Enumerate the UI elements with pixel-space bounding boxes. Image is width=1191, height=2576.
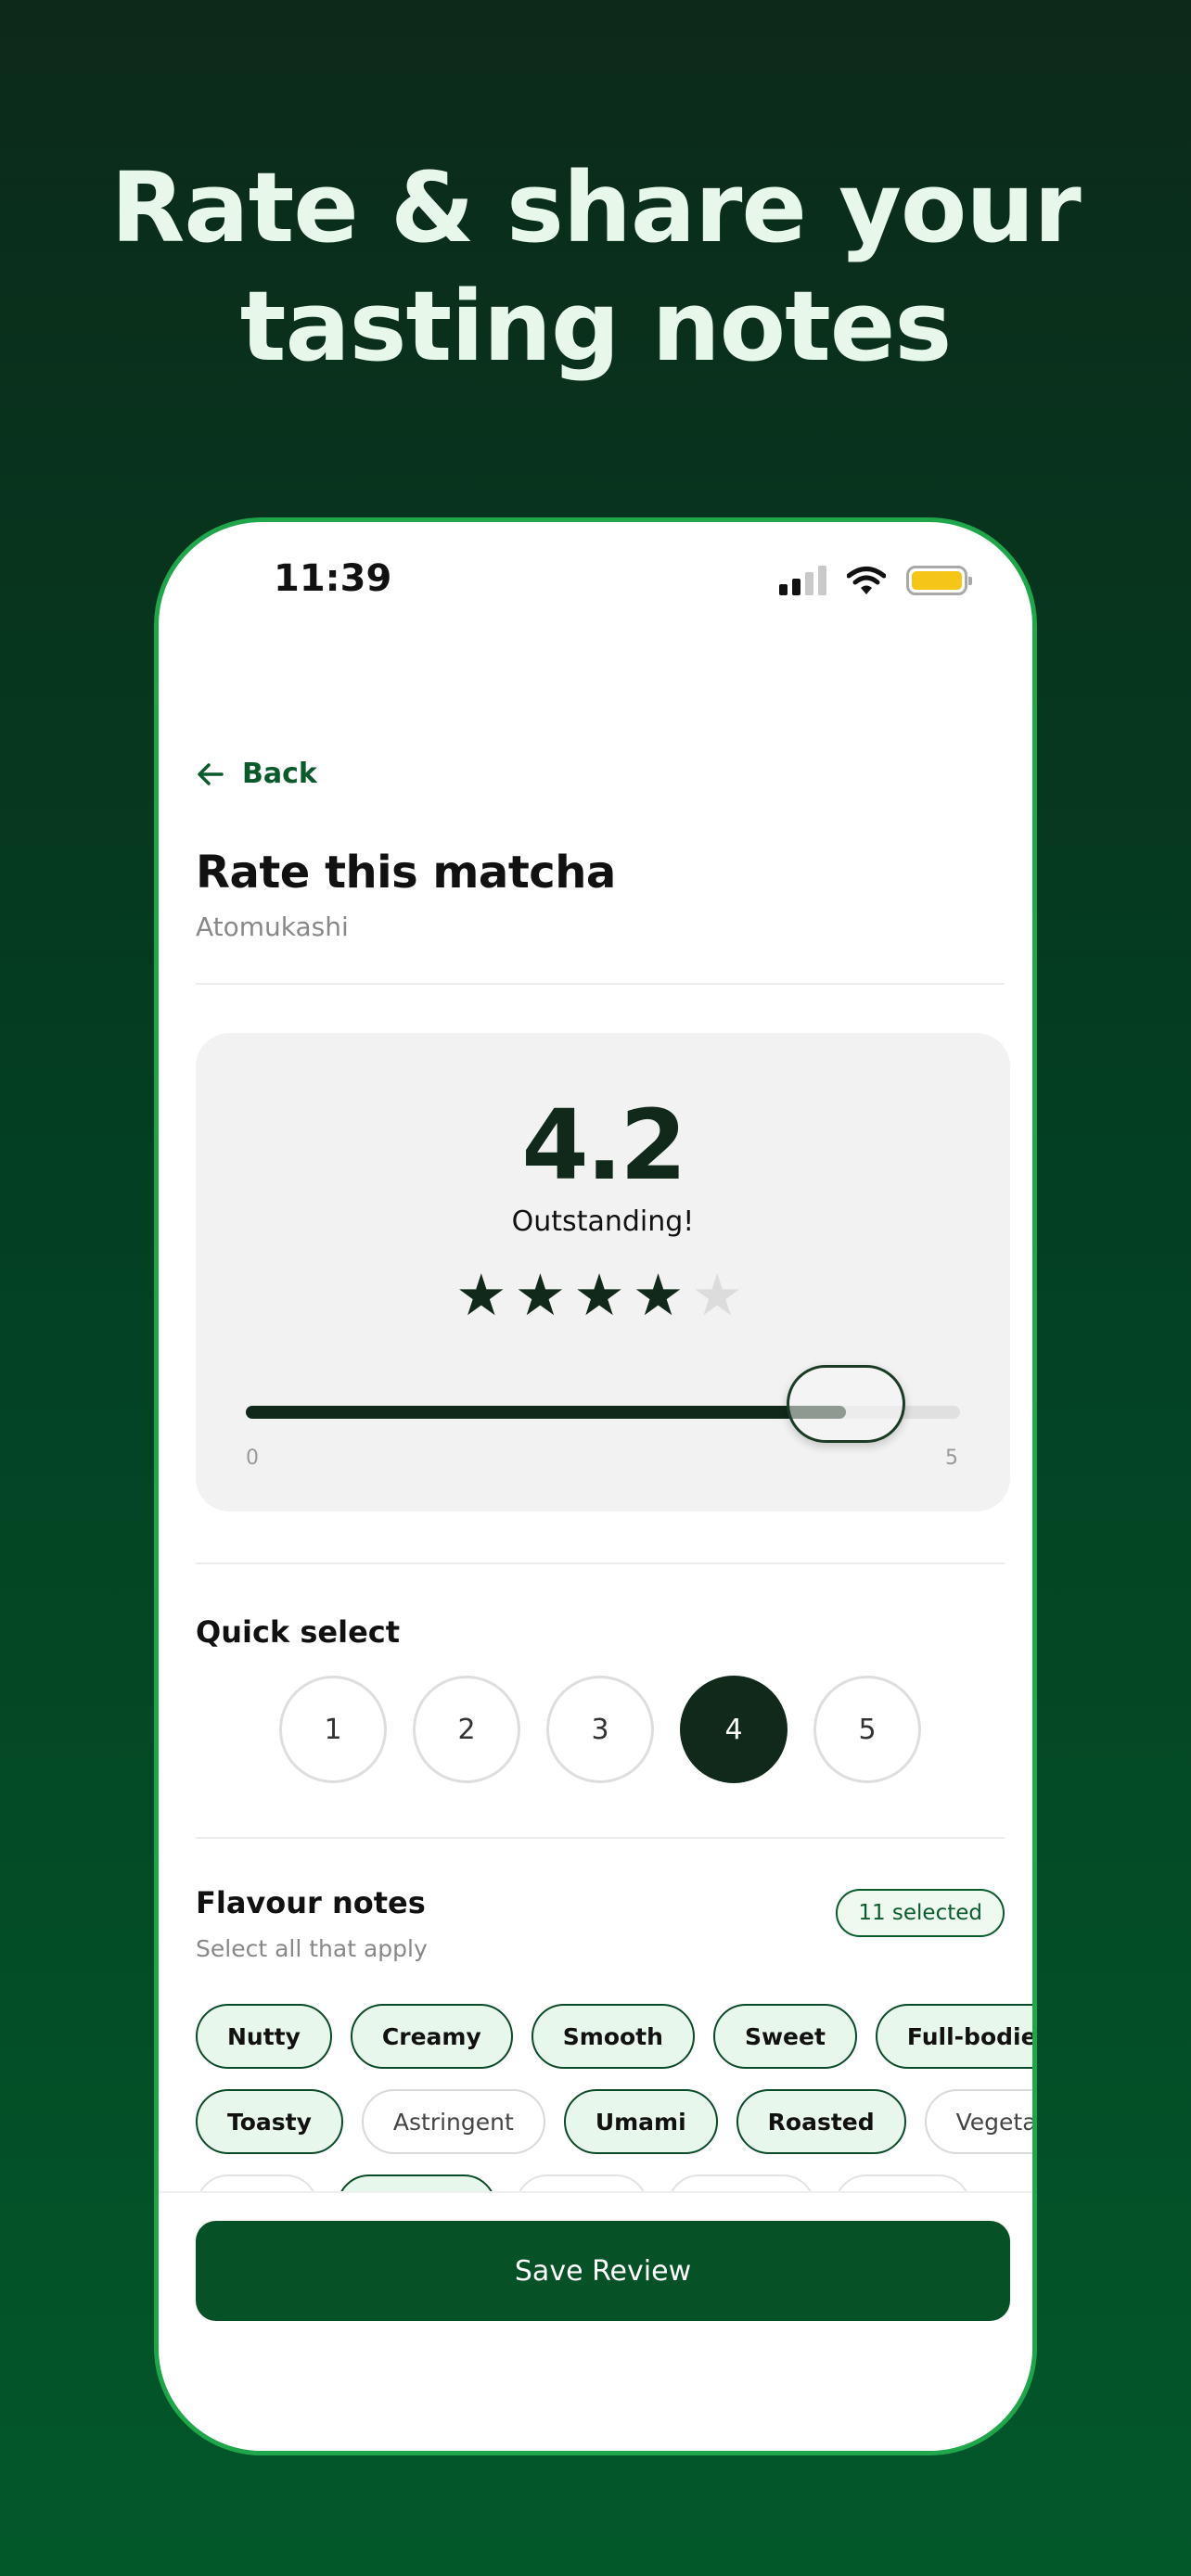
battery-icon	[906, 566, 972, 595]
headline: Rate & share your tasting notes	[0, 148, 1191, 386]
rating-slider-thumb[interactable]	[787, 1365, 905, 1443]
flavour-chip[interactable]: Nutty	[196, 2004, 332, 2069]
flavour-chip[interactable]: Roasted	[736, 2089, 906, 2154]
status-time: 11:39	[274, 557, 392, 600]
page-title: Rate this matcha	[196, 847, 616, 899]
quick-select-options: 12345	[279, 1676, 921, 1783]
star-filled-icon[interactable]: ★	[455, 1261, 515, 1329]
star-rating[interactable]: ★★★★★	[196, 1261, 1010, 1329]
slider-max-label: 5	[945, 1447, 958, 1470]
quick-select-option[interactable]: 3	[546, 1676, 654, 1783]
signal-icon	[779, 566, 826, 595]
headline-line-1: Rate & share your	[110, 151, 1081, 264]
star-empty-icon[interactable]: ★	[691, 1261, 750, 1329]
divider	[196, 1837, 1005, 1839]
quick-select-title: Quick select	[196, 1614, 401, 1650]
chip-row: Toasty Astringent Umami Roasted Vegetal	[196, 2089, 1032, 2154]
star-filled-icon[interactable]: ★	[573, 1261, 633, 1329]
slider-min-label: 0	[246, 1447, 259, 1470]
flavour-chip[interactable]: Astringent	[361, 2089, 545, 2154]
star-filled-icon[interactable]: ★	[515, 1261, 574, 1329]
quick-select-option[interactable]: 5	[813, 1676, 921, 1783]
flavour-chip[interactable]: Vegetal	[924, 2089, 1032, 2154]
flavour-chip[interactable]: Creamy	[350, 2004, 513, 2069]
star-filled-icon[interactable]: ★	[633, 1261, 692, 1329]
quick-select-option[interactable]: 4	[680, 1676, 788, 1783]
back-label: Back	[242, 758, 317, 790]
save-review-button[interactable]: Save Review	[196, 2221, 1010, 2321]
quick-select-option[interactable]: 2	[413, 1676, 520, 1783]
divider	[196, 1562, 1005, 1564]
flavour-chip[interactable]: Umami	[563, 2089, 718, 2154]
flavour-chip[interactable]: Smooth	[531, 2004, 695, 2069]
selected-count-badge: 11 selected	[836, 1889, 1005, 1937]
headline-line-2: tasting notes	[239, 270, 953, 383]
rating-score: 4.2	[521, 1089, 686, 1202]
status-icons	[779, 565, 972, 596]
flavour-chip[interactable]: Toasty	[196, 2089, 343, 2154]
rating-label: Outstanding!	[511, 1205, 695, 1238]
phone-frame: 11:39 Back Rate this matcha Atomukashi 4…	[154, 517, 1037, 2455]
chip-row: Nutty Creamy Smooth Sweet Full-bodied	[196, 2004, 1032, 2069]
flavour-notes-title: Flavour notes	[196, 1885, 426, 1920]
flavour-chip[interactable]: Sweet	[712, 2004, 857, 2069]
rating-slider-fill	[246, 1406, 846, 1419]
back-button[interactable]: Back	[196, 758, 317, 790]
arrow-left-icon	[198, 762, 224, 785]
wifi-icon	[847, 567, 886, 594]
divider	[196, 983, 1005, 985]
matcha-name: Atomukashi	[196, 912, 349, 942]
flavour-chip[interactable]: Full-bodied	[875, 2004, 1032, 2069]
quick-select-option[interactable]: 1	[279, 1676, 387, 1783]
rating-card: 4.2 Outstanding! ★★★★★ 0 5	[196, 1033, 1010, 1511]
flavour-notes-subtitle: Select all that apply	[196, 1935, 428, 1962]
